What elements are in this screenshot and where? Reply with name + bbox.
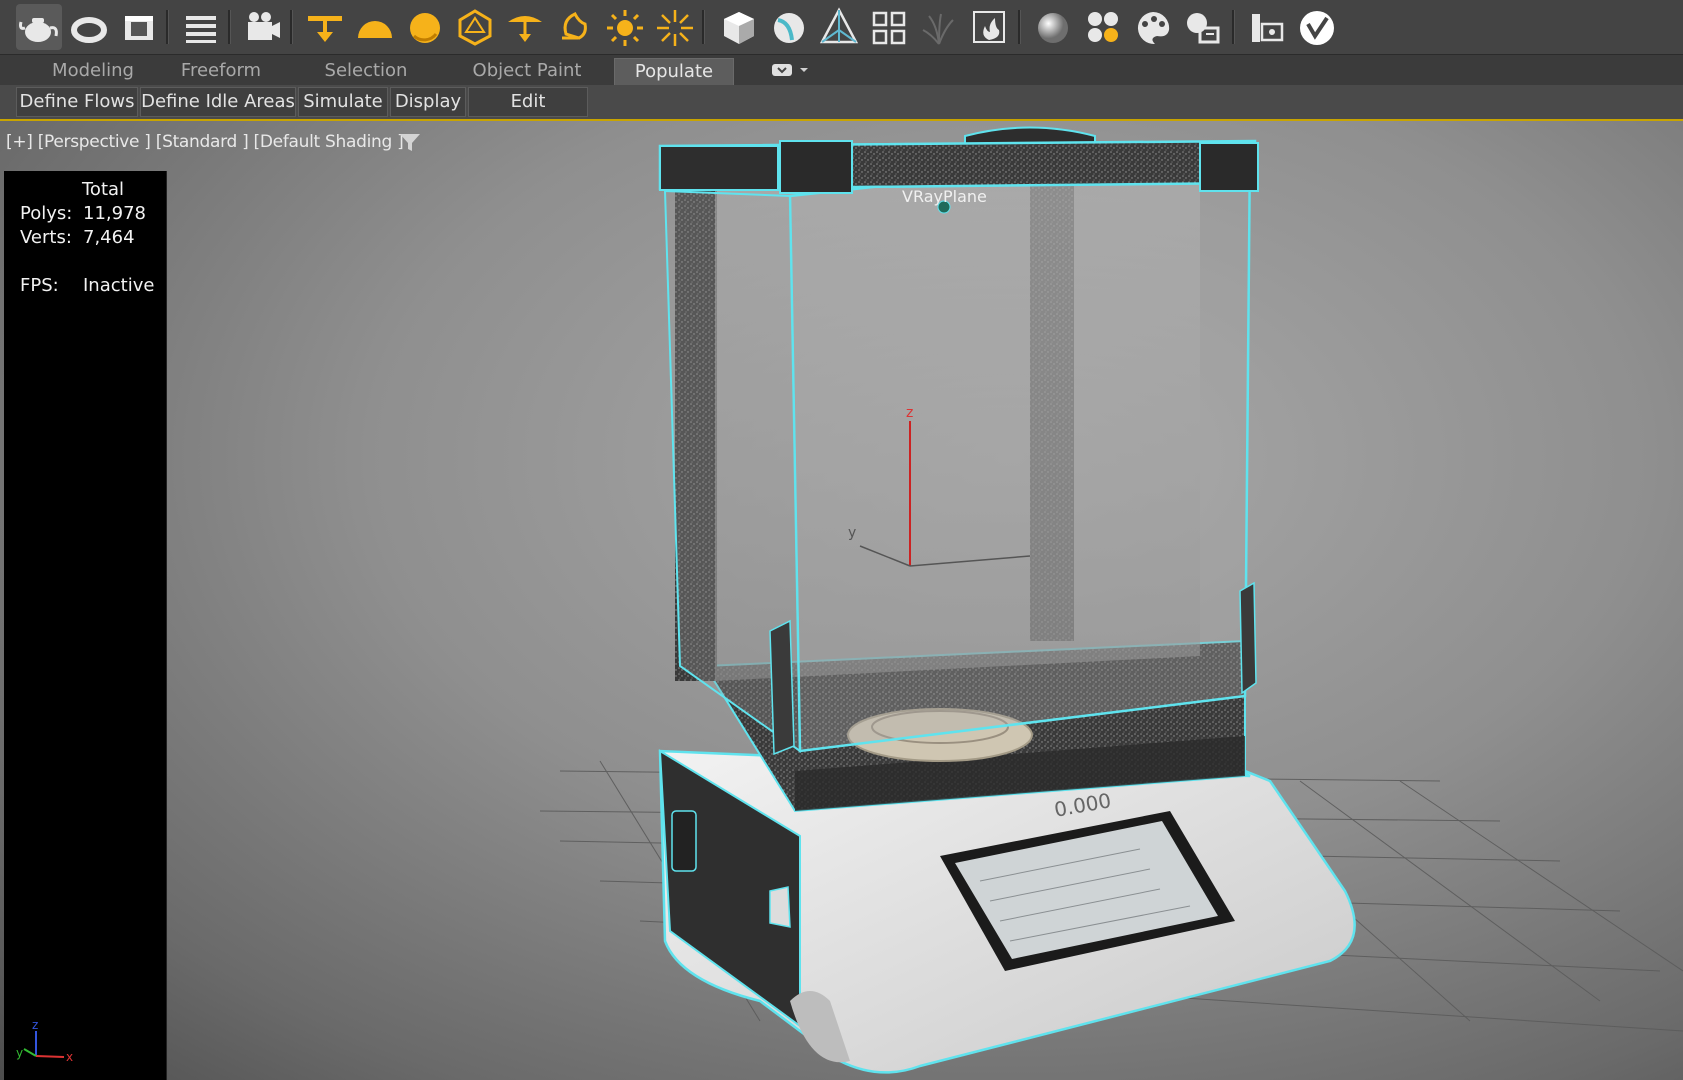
view-axis-gizmo: z x y [16,1018,73,1064]
ball-icon[interactable] [766,4,812,50]
stats-panel: Total Polys: 11,978 Verts: 7,464 FPS: In… [4,171,167,1080]
vray-logo-icon[interactable] [1294,4,1340,50]
torus-icon[interactable] [66,4,112,50]
gizmo-x-label: x [66,1050,73,1064]
bulb-light-icon[interactable] [552,4,598,50]
teapot-icon[interactable] [16,4,62,50]
viewport-label-menu[interactable]: [+] [Perspective ] [Standard ] [Default … [6,132,404,152]
camera-icon[interactable] [240,4,286,50]
verts-label: Verts: [20,227,72,248]
axis-z-label: z [906,405,914,421]
box-icon[interactable] [116,4,162,50]
display-button[interactable]: Display [390,87,466,117]
grid-icon[interactable] [866,4,912,50]
gizmo-y-label: y [16,1046,23,1060]
filter-icon[interactable] [398,131,422,155]
tab-modeling[interactable]: Modeling [38,58,148,84]
simulate-button[interactable]: Simulate [298,87,388,117]
ribbon-panel: Define Flows Define Idle Areas Simulate … [0,85,1683,140]
scene-render [539,126,1683,1074]
polys-label: Polys: [20,203,73,224]
umbrella-light-icon[interactable] [502,4,548,50]
define-flows-button[interactable]: Define Flows [16,87,138,117]
fps-value: Inactive [83,275,155,296]
axis-y-label: y [848,525,857,541]
render-icon[interactable] [1180,4,1226,50]
list-icon[interactable] [178,4,224,50]
tab-object-paint[interactable]: Object Paint [462,58,592,84]
perspective-viewport[interactable]: VRayPlane z y 0.000 [+] [Perspective ] [… [0,121,1683,1080]
pyramid-icon[interactable] [816,4,862,50]
main-toolbar [0,0,1683,55]
dome-light-icon[interactable] [352,4,398,50]
polys-value: 11,978 [83,203,146,224]
ribbon-display-icon [772,64,792,76]
multi-material-icon[interactable] [1080,4,1126,50]
ribbon-options-menu[interactable] [764,59,816,81]
edit-selected-button[interactable]: Edit Selected [468,87,588,140]
glass-front [788,144,1252,753]
tab-populate[interactable]: Populate [614,58,734,85]
cube-icon[interactable] [716,4,762,50]
define-idle-areas-button[interactable]: Define Idle Areas [140,87,296,117]
sky-light-icon[interactable] [652,4,698,50]
frame-buffer-icon[interactable] [1244,4,1290,50]
material-sphere-icon[interactable] [1030,4,1076,50]
tab-selection[interactable]: Selection [310,58,422,84]
verts-value: 7,464 [83,227,135,248]
gizmo-z-label: z [32,1018,38,1032]
ribbon-tab-bar: Modeling Freeform Selection Object Paint… [0,55,1683,85]
fire-icon[interactable] [966,4,1012,50]
geosphere-light-icon[interactable] [452,4,498,50]
stats-title: Total [82,179,125,200]
chevron-down-icon [800,68,808,72]
sphere-light-icon[interactable] [402,4,448,50]
tab-freeform[interactable]: Freeform [168,58,274,84]
object-label: VRayPlane [902,187,987,206]
sun-icon[interactable] [602,4,648,50]
grass-icon[interactable] [916,4,962,50]
palette-icon[interactable] [1130,4,1176,50]
fps-label: FPS: [20,275,59,296]
spotlight-icon[interactable] [302,4,348,50]
